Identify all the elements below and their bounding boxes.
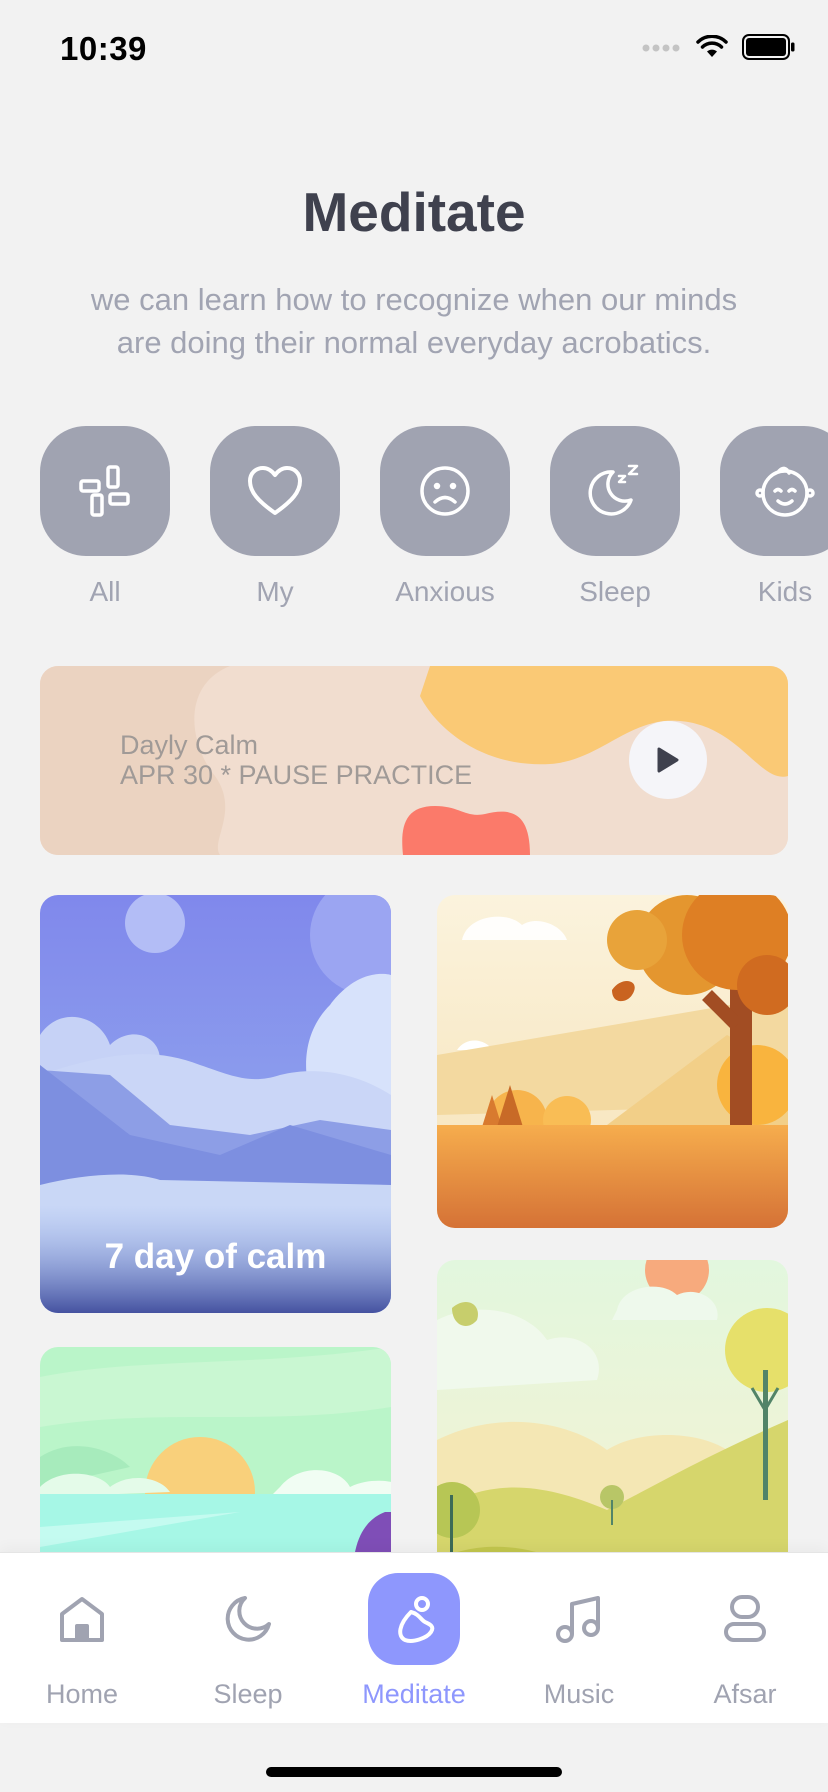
profile-icon xyxy=(724,1595,766,1642)
category-anxious-button[interactable] xyxy=(380,426,510,556)
card-title: 7 day of calm xyxy=(104,1237,327,1276)
tab-bar: Home Sleep Meditate Music Afsar xyxy=(0,1552,828,1723)
music-note-icon xyxy=(556,1596,600,1643)
category-my[interactable]: My xyxy=(210,426,340,608)
status-time: 10:39 xyxy=(60,30,147,67)
tab-music[interactable]: Music xyxy=(514,1573,644,1710)
status-icons xyxy=(642,34,796,60)
status-bar: 10:39 xyxy=(0,0,828,100)
autumn-tree-illustration xyxy=(437,895,788,1228)
tab-label: Home xyxy=(45,1679,119,1709)
tab-label: Music xyxy=(543,1679,615,1709)
tab-music-icon-wrap[interactable] xyxy=(533,1573,625,1665)
tab-afsar[interactable]: Afsar xyxy=(680,1573,810,1710)
tab-meditate-icon-wrap[interactable] xyxy=(368,1573,460,1665)
category-label: Kids xyxy=(757,576,813,607)
card-autumn[interactable] xyxy=(437,895,788,1228)
grid-icon xyxy=(79,465,130,517)
category-label: My xyxy=(256,576,294,607)
wifi-icon xyxy=(696,35,728,57)
category-sleep[interactable]: Sleep xyxy=(550,426,680,608)
tab-home-icon-wrap[interactable] xyxy=(36,1573,128,1665)
play-button[interactable] xyxy=(629,721,707,799)
tab-label: Meditate xyxy=(362,1679,466,1709)
category-label: Anxious xyxy=(395,576,495,607)
page-title: Meditate xyxy=(302,181,526,243)
category-all-button[interactable] xyxy=(40,426,170,556)
home-icon xyxy=(60,1597,104,1642)
green-sunset-lake-illustration xyxy=(40,1347,391,1587)
category-sleep-button[interactable] xyxy=(550,426,680,556)
baby-face-icon xyxy=(755,466,815,517)
tab-label: Afsar xyxy=(713,1679,777,1709)
category-row: All My Anxious Sleep Kids xyxy=(0,426,828,616)
banner-title: Dayly Calm xyxy=(120,730,259,760)
page-subtitle: we can learn how to recognize when our m… xyxy=(90,282,738,360)
signal-icon xyxy=(642,44,680,52)
banner-subtitle: APR 30 * PAUSE PRACTICE xyxy=(120,760,473,790)
moon-icon xyxy=(225,1596,271,1642)
card-green-lake[interactable] xyxy=(40,1347,391,1587)
category-all[interactable]: All xyxy=(40,426,170,608)
card-green-hills[interactable] xyxy=(437,1260,788,1587)
category-my-button[interactable] xyxy=(210,426,340,556)
tab-label: Sleep xyxy=(213,1679,283,1709)
tab-meditate[interactable]: Meditate xyxy=(349,1573,479,1710)
category-anxious[interactable]: Anxious xyxy=(380,426,510,608)
category-label: Sleep xyxy=(579,576,651,607)
category-kids-button[interactable] xyxy=(720,426,828,556)
tab-afsar-icon-wrap[interactable] xyxy=(699,1573,791,1665)
meditate-icon xyxy=(398,1596,435,1643)
tab-sleep-icon-wrap[interactable] xyxy=(202,1573,294,1665)
play-icon xyxy=(657,747,679,773)
tab-home[interactable]: Home xyxy=(17,1573,147,1710)
banner-text: Dayly Calm APR 30 * PAUSE PRACTICE xyxy=(120,730,472,790)
category-label: All xyxy=(89,576,121,607)
green-hills-illustration xyxy=(437,1260,788,1587)
heart-icon xyxy=(248,466,302,515)
sad-face-icon xyxy=(420,466,470,516)
category-kids[interactable]: Kids xyxy=(720,426,828,608)
tab-sleep[interactable]: Sleep xyxy=(183,1573,313,1710)
card-7-day-of-calm[interactable]: 7 day of calm xyxy=(40,895,391,1313)
home-indicator[interactable] xyxy=(266,1767,562,1777)
daily-calm-banner[interactable]: Dayly Calm APR 30 * PAUSE PRACTICE xyxy=(40,666,788,855)
battery-icon xyxy=(742,34,795,60)
moon-sleep-icon xyxy=(588,464,639,516)
